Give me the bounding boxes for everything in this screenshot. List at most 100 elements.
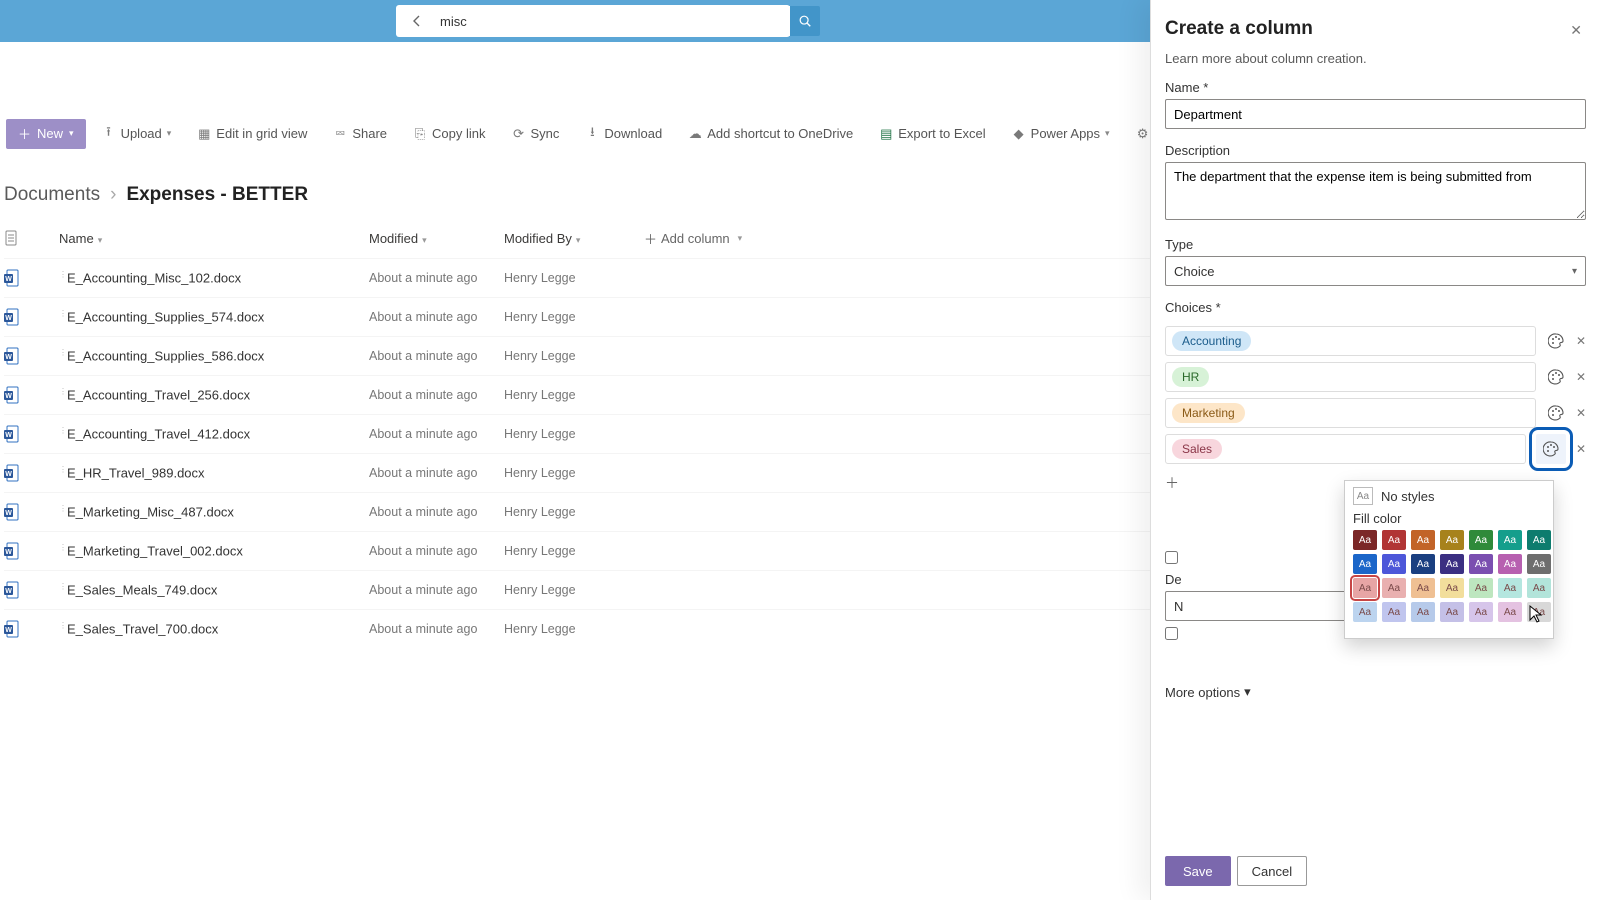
new-button[interactable]: ＋ New ▾ — [6, 119, 86, 149]
copy-link-button[interactable]: ⎘Copy link — [403, 119, 495, 149]
powerapps-icon: ◆ — [1012, 127, 1026, 141]
export-excel-button[interactable]: ▤Export to Excel — [869, 119, 995, 149]
choices-label: Choices * — [1165, 300, 1586, 315]
color-swatch[interactable]: Aa — [1469, 602, 1493, 622]
chevron-right-icon: › — [110, 184, 116, 206]
download-icon: ⭳ — [585, 127, 599, 141]
color-swatch[interactable]: Aa — [1527, 530, 1551, 550]
file-modified-by: Henry Legge — [504, 544, 644, 558]
choice-input[interactable]: Sales — [1165, 434, 1526, 464]
type-select[interactable]: Choice ▾ — [1165, 256, 1586, 286]
file-modified: About a minute ago — [369, 466, 504, 480]
checkbox[interactable] — [1165, 627, 1178, 640]
remove-choice-button[interactable]: ✕ — [1576, 370, 1586, 384]
palette-button[interactable] — [1546, 367, 1566, 387]
file-name[interactable]: ⋮E_Accounting_Travel_412.docx — [59, 426, 369, 441]
name-input[interactable] — [1165, 99, 1586, 129]
color-swatch[interactable]: Aa — [1527, 578, 1551, 598]
column-icon[interactable] — [4, 230, 59, 246]
file-modified-by: Henry Legge — [504, 349, 644, 363]
color-swatch[interactable]: Aa — [1353, 578, 1377, 598]
power-apps-button[interactable]: ◆Power Apps▾ — [1002, 119, 1120, 149]
column-modified-by[interactable]: Modified By▾ — [504, 231, 644, 246]
color-swatch[interactable]: Aa — [1353, 554, 1377, 574]
name-label: Name * — [1165, 80, 1586, 95]
color-swatch[interactable]: Aa — [1382, 602, 1406, 622]
color-swatch[interactable]: Aa — [1440, 530, 1464, 550]
color-swatch[interactable]: Aa — [1382, 578, 1406, 598]
panel-subtitle[interactable]: Learn more about column creation. — [1165, 51, 1586, 66]
color-swatch[interactable]: Aa — [1469, 554, 1493, 574]
color-swatch[interactable]: Aa — [1498, 602, 1522, 622]
search-input[interactable] — [430, 6, 790, 36]
close-button[interactable]: ✕ — [1566, 18, 1586, 43]
svg-text:W: W — [5, 315, 12, 322]
palette-button[interactable] — [1536, 434, 1566, 464]
file-name[interactable]: ⋮E_Sales_Meals_749.docx — [59, 582, 369, 597]
breadcrumb-parent[interactable]: Documents — [4, 184, 100, 206]
share-button[interactable]: ⮹Share — [323, 119, 397, 149]
choice-row: Marketing ✕ — [1165, 395, 1586, 431]
add-column-button[interactable]: ＋Add column▾ — [644, 229, 742, 248]
download-button[interactable]: ⭳Download — [575, 119, 672, 149]
search-button[interactable] — [790, 6, 820, 36]
file-modified-by: Henry Legge — [504, 310, 644, 324]
color-swatch[interactable]: Aa — [1382, 530, 1406, 550]
color-swatch[interactable]: Aa — [1469, 530, 1493, 550]
file-name[interactable]: ⋮E_Sales_Travel_700.docx — [59, 621, 369, 636]
choice-row: Sales ✕ — [1165, 431, 1586, 467]
file-name[interactable]: ⋮E_Accounting_Misc_102.docx — [59, 270, 369, 285]
word-icon: W — [4, 347, 59, 365]
sync-button[interactable]: ⟳Sync — [502, 119, 570, 149]
add-shortcut-button[interactable]: ☁Add shortcut to OneDrive — [678, 119, 863, 149]
upload-button[interactable]: ⭱Upload▾ — [92, 119, 182, 149]
palette-button[interactable] — [1546, 331, 1566, 351]
color-swatch[interactable]: Aa — [1527, 554, 1551, 574]
breadcrumb-library: Expenses - BETTER — [126, 184, 308, 206]
choice-input[interactable]: HR — [1165, 362, 1536, 392]
more-options-button[interactable]: More options▾ — [1165, 684, 1251, 700]
color-swatch[interactable]: Aa — [1498, 530, 1522, 550]
search-back-icon[interactable] — [402, 6, 432, 36]
column-name[interactable]: Name▾ — [59, 231, 369, 246]
remove-choice-button[interactable]: ✕ — [1576, 406, 1586, 420]
description-input[interactable] — [1165, 162, 1586, 220]
svg-text:W: W — [5, 627, 12, 634]
remove-choice-button[interactable]: ✕ — [1576, 442, 1586, 456]
color-swatch[interactable]: Aa — [1469, 578, 1493, 598]
choice-input[interactable]: Marketing — [1165, 398, 1536, 428]
color-swatch[interactable]: Aa — [1440, 554, 1464, 574]
color-swatch[interactable]: Aa — [1498, 554, 1522, 574]
remove-choice-button[interactable]: ✕ — [1576, 334, 1586, 348]
svg-text:W: W — [5, 432, 12, 439]
palette-button[interactable] — [1546, 403, 1566, 423]
save-button[interactable]: Save — [1165, 856, 1231, 886]
word-icon: W — [4, 425, 59, 443]
file-name[interactable]: ⋮E_Marketing_Travel_002.docx — [59, 543, 369, 558]
color-swatch[interactable]: Aa — [1411, 554, 1435, 574]
color-swatch[interactable]: Aa — [1411, 578, 1435, 598]
color-swatch[interactable]: Aa — [1353, 530, 1377, 550]
edit-grid-button[interactable]: ▦Edit in grid view — [187, 119, 317, 149]
color-swatch[interactable]: Aa — [1382, 554, 1406, 574]
file-name[interactable]: ⋮E_HR_Travel_989.docx — [59, 465, 369, 480]
color-swatch[interactable]: Aa — [1498, 578, 1522, 598]
file-name[interactable]: ⋮E_Marketing_Misc_487.docx — [59, 504, 369, 519]
file-name[interactable]: ⋮E_Accounting_Supplies_586.docx — [59, 348, 369, 363]
word-icon: W — [4, 269, 59, 287]
file-name[interactable]: ⋮E_Accounting_Supplies_574.docx — [59, 309, 369, 324]
no-style-label: No styles — [1381, 489, 1434, 504]
color-swatch[interactable]: Aa — [1411, 602, 1435, 622]
choice-input[interactable]: Accounting — [1165, 326, 1536, 356]
file-name[interactable]: ⋮E_Accounting_Travel_256.docx — [59, 387, 369, 402]
color-swatch[interactable]: Aa — [1353, 602, 1377, 622]
color-swatch[interactable]: Aa — [1411, 530, 1435, 550]
plus-icon: ＋ — [1165, 473, 1179, 493]
cancel-button[interactable]: Cancel — [1237, 856, 1307, 886]
word-icon: W — [4, 542, 59, 560]
no-style-swatch[interactable]: Aa — [1353, 487, 1373, 505]
color-swatch[interactable]: Aa — [1440, 602, 1464, 622]
checkbox[interactable] — [1165, 551, 1178, 564]
column-modified[interactable]: Modified▾ — [369, 231, 504, 246]
color-swatch[interactable]: Aa — [1440, 578, 1464, 598]
